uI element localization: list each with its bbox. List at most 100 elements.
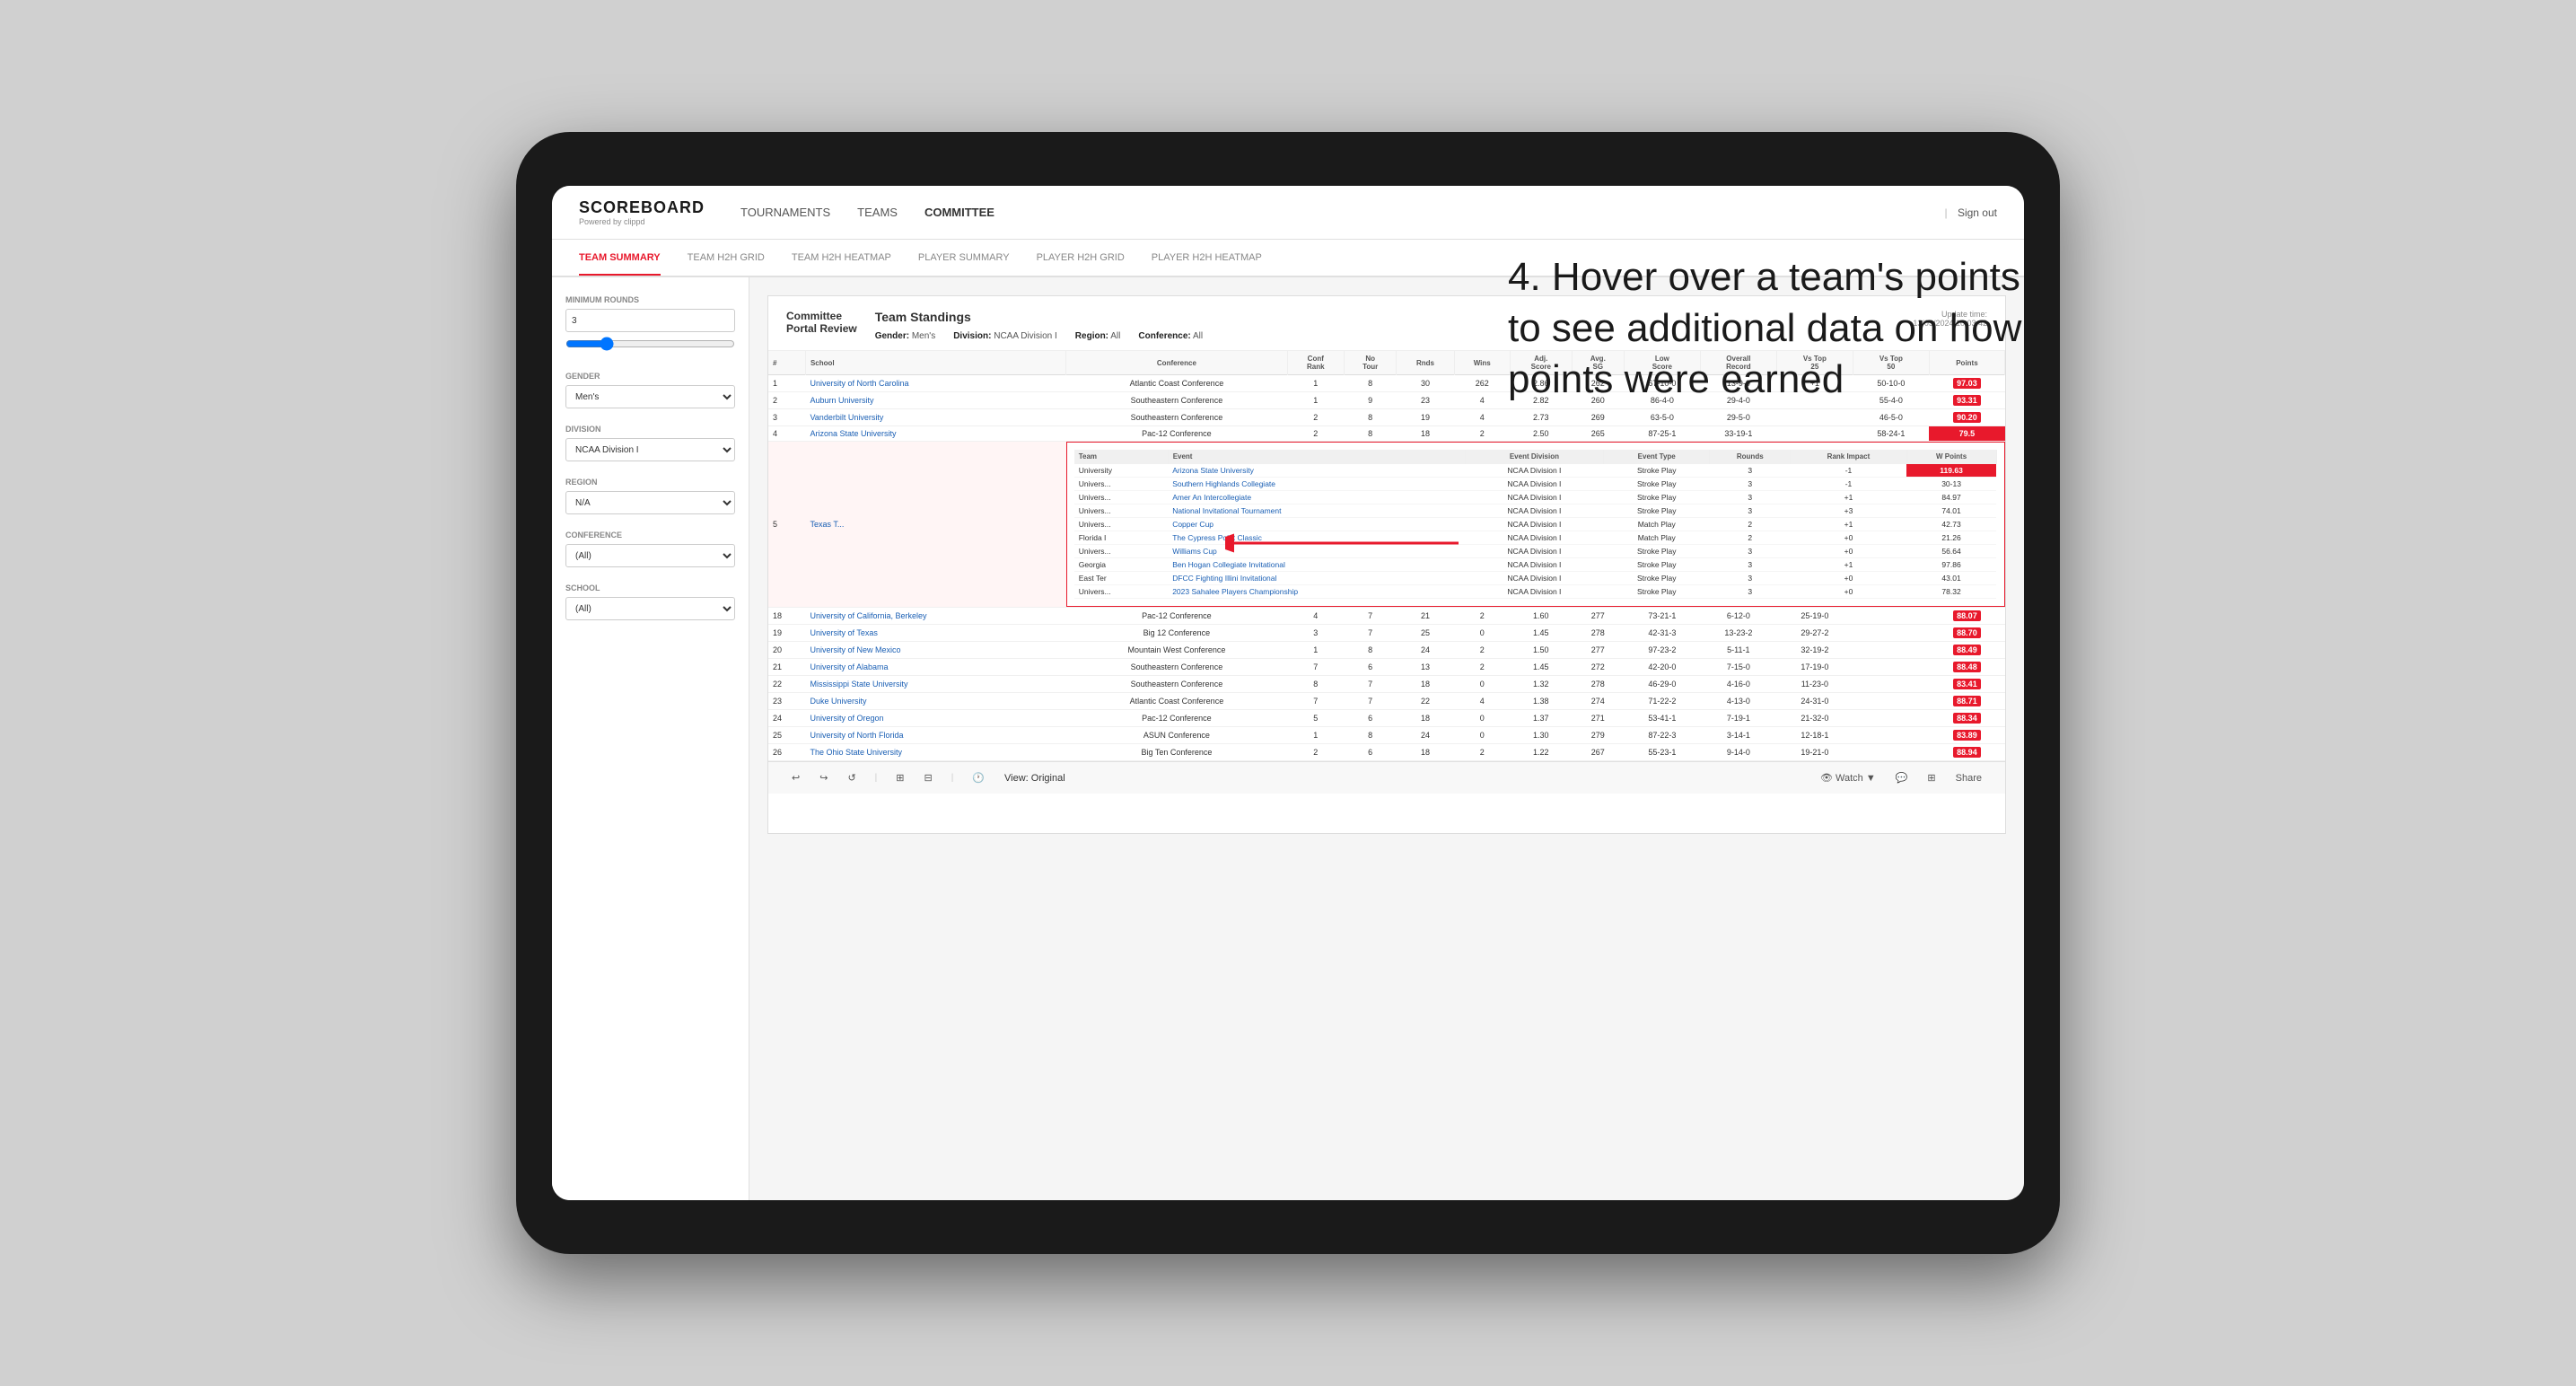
wins-cell: 2 bbox=[1454, 659, 1510, 676]
school-cell[interactable]: University of New Mexico bbox=[805, 642, 1065, 659]
school-cell[interactable]: Duke University bbox=[805, 693, 1065, 710]
zoom-out-button[interactable]: ⊟ bbox=[918, 769, 937, 786]
col-rnds: Rnds bbox=[1397, 351, 1454, 375]
vs25-cell: 12-18-1 bbox=[1776, 727, 1853, 744]
points-cell[interactable]: 90.20 bbox=[1929, 409, 2004, 426]
wins-cell: 0 bbox=[1454, 676, 1510, 693]
conf-rank-cell: 1 bbox=[1287, 727, 1344, 744]
tab-player-summary[interactable]: PLAYER SUMMARY bbox=[918, 241, 1010, 276]
filter-division-display: Division: NCAA Division I bbox=[953, 331, 1057, 341]
redo-button[interactable]: ↪ bbox=[814, 769, 833, 786]
division-select[interactable]: NCAA Division I NCAA Division II NCAA Di… bbox=[565, 438, 735, 461]
points-cell[interactable]: 83.89 bbox=[1929, 727, 2004, 744]
min-rounds-input[interactable] bbox=[565, 309, 735, 332]
tab-team-h2h-heatmap[interactable]: TEAM H2H HEATMAP bbox=[792, 241, 891, 276]
points-cell[interactable]: 79.5 bbox=[1929, 426, 2004, 442]
adj-score-cell: 1.37 bbox=[1510, 710, 1572, 727]
watch-button[interactable]: 👁 Watch ▼ bbox=[1815, 769, 1881, 786]
points-cell[interactable]: 88.71 bbox=[1929, 693, 2004, 710]
popup-w-points: 56.64 bbox=[1906, 545, 1996, 558]
reset-button[interactable]: ↺ bbox=[842, 769, 861, 786]
conference-cell: Pac-12 Conference bbox=[1066, 426, 1287, 442]
vs25-cell: 24-31-0 bbox=[1776, 693, 1853, 710]
rnds-cell: 19 bbox=[1397, 409, 1454, 426]
school-cell[interactable]: Arizona State University bbox=[805, 426, 1065, 442]
tab-team-h2h-grid[interactable]: TEAM H2H GRID bbox=[688, 241, 765, 276]
points-cell[interactable]: 88.48 bbox=[1929, 659, 2004, 676]
popup-col-event: Event bbox=[1168, 450, 1465, 464]
rnds-cell: 18 bbox=[1397, 676, 1454, 693]
comment-button[interactable]: 💬 bbox=[1890, 769, 1914, 786]
school-cell[interactable]: Mississippi State University bbox=[805, 676, 1065, 693]
school-cell[interactable]: University of North Carolina bbox=[805, 375, 1065, 392]
points-cell[interactable]: 88.94 bbox=[1929, 744, 2004, 761]
school-cell[interactable]: Auburn University bbox=[805, 392, 1065, 409]
undo-button[interactable]: ↩ bbox=[786, 769, 805, 786]
share-button[interactable]: Share bbox=[1950, 770, 1987, 786]
conference-select[interactable]: (All) bbox=[565, 544, 735, 567]
school-cell[interactable]: Vanderbilt University bbox=[805, 409, 1065, 426]
popup-division: NCAA Division I bbox=[1465, 531, 1604, 545]
conf-rank-cell: 2 bbox=[1287, 426, 1344, 442]
points-cell[interactable]: 88.49 bbox=[1929, 642, 2004, 659]
filter-conference: Conference (All) bbox=[565, 531, 735, 567]
school-cell[interactable]: The Ohio State University bbox=[805, 744, 1065, 761]
school-cell[interactable]: University of Alabama bbox=[805, 659, 1065, 676]
tab-player-h2h-grid[interactable]: PLAYER H2H GRID bbox=[1037, 241, 1125, 276]
vs25-cell: 25-19-0 bbox=[1776, 608, 1853, 625]
adj-score-cell: 2.50 bbox=[1510, 426, 1572, 442]
overall-cell: 3-14-1 bbox=[1700, 727, 1776, 744]
points-cell[interactable]: 88.07 bbox=[1929, 608, 2004, 625]
view-select[interactable]: View: Original bbox=[999, 770, 1071, 786]
tab-player-h2h-heatmap[interactable]: PLAYER H2H HEATMAP bbox=[1152, 241, 1262, 276]
popup-rank-impact: +1 bbox=[1791, 491, 1906, 504]
popup-event: Williams Cup bbox=[1168, 545, 1465, 558]
tab-team-summary[interactable]: TEAM SUMMARY bbox=[579, 241, 661, 276]
low-score-cell: 71-22-2 bbox=[1624, 693, 1700, 710]
popup-event: DFCC Fighting Illini Invitational bbox=[1168, 572, 1465, 585]
school-cell[interactable]: University of Texas bbox=[805, 625, 1065, 642]
no-tour-cell: 8 bbox=[1344, 642, 1396, 659]
school-cell[interactable]: Texas T... bbox=[805, 442, 1065, 608]
nav-committee[interactable]: COMMITTEE bbox=[924, 201, 994, 224]
popup-header-row: Team Event Event Division Event Type Rou… bbox=[1074, 450, 1996, 464]
popup-event: Arizona State University bbox=[1168, 464, 1465, 478]
points-cell[interactable]: 83.41 bbox=[1929, 676, 2004, 693]
points-cell[interactable]: 88.34 bbox=[1929, 710, 2004, 727]
no-tour-cell: 8 bbox=[1344, 727, 1396, 744]
rank-cell: 5 bbox=[768, 442, 805, 608]
table-row: 21 University of Alabama Southeastern Co… bbox=[768, 659, 2005, 676]
school-select[interactable]: (All) bbox=[565, 597, 735, 620]
adj-score-cell: 1.32 bbox=[1510, 676, 1572, 693]
popup-type: Stroke Play bbox=[1604, 585, 1710, 599]
portal-review-label: Portal Review bbox=[786, 322, 857, 335]
wins-cell: 0 bbox=[1454, 727, 1510, 744]
overall-cell: 29-5-0 bbox=[1700, 409, 1776, 426]
popup-rank-impact: +0 bbox=[1791, 572, 1906, 585]
conf-rank-cell: 1 bbox=[1287, 642, 1344, 659]
popup-team: Univers... bbox=[1074, 504, 1168, 518]
school-cell[interactable]: University of Oregon bbox=[805, 710, 1065, 727]
grid-button[interactable]: ⊞ bbox=[1922, 769, 1941, 786]
school-cell[interactable]: University of California, Berkeley bbox=[805, 608, 1065, 625]
rnds-cell: 13 bbox=[1397, 659, 1454, 676]
points-cell[interactable]: 88.70 bbox=[1929, 625, 2004, 642]
gender-select[interactable]: Men's Women's bbox=[565, 385, 735, 408]
min-rounds-slider[interactable] bbox=[565, 337, 735, 351]
filters-sidebar: Minimum Rounds Gender Men's Women's Divi… bbox=[552, 277, 749, 1200]
sign-out-link[interactable]: Sign out bbox=[1958, 206, 1997, 219]
school-cell[interactable]: University of North Florida bbox=[805, 727, 1065, 744]
popup-row: Univers... Amer An Intercollegiate NCAA … bbox=[1074, 491, 1996, 504]
rank-cell: 2 bbox=[768, 392, 805, 409]
popup-division: NCAA Division I bbox=[1465, 464, 1604, 478]
vs25-cell: 29-27-2 bbox=[1776, 625, 1853, 642]
nav-tournaments[interactable]: TOURNAMENTS bbox=[740, 201, 830, 224]
table-container: # School Conference ConfRank NoTour Rnds… bbox=[768, 351, 2005, 761]
region-select[interactable]: N/A East West bbox=[565, 491, 735, 514]
zoom-in-button[interactable]: ⊞ bbox=[890, 769, 909, 786]
logo-title: SCOREBOARD bbox=[579, 198, 705, 217]
popup-team: Univers... bbox=[1074, 491, 1168, 504]
clock-button[interactable]: 🕐 bbox=[967, 769, 990, 786]
nav-teams[interactable]: TEAMS bbox=[857, 201, 898, 224]
filter-region-display: Region: All bbox=[1075, 331, 1121, 341]
